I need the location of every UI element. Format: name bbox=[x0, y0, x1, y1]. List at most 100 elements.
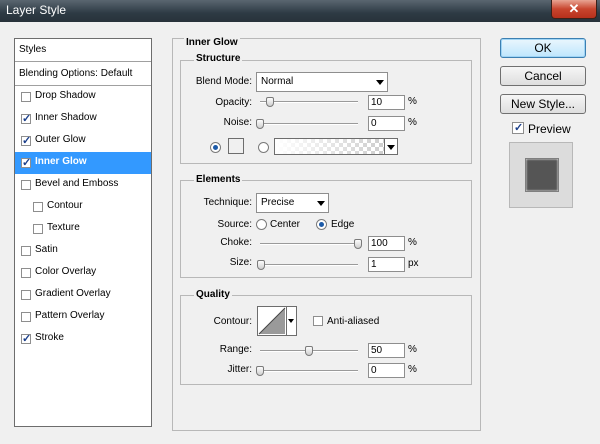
style-item-checkbox[interactable] bbox=[21, 268, 31, 278]
source-edge-radio[interactable] bbox=[316, 219, 327, 230]
technique-value: Precise bbox=[261, 197, 295, 208]
chevron-down-icon bbox=[317, 201, 325, 206]
style-item-label: Outer Glow bbox=[35, 134, 86, 145]
style-item-inner-glow[interactable]: ✓ Inner Glow bbox=[15, 152, 151, 174]
structure-title: Structure bbox=[194, 53, 243, 64]
style-item-checkbox[interactable] bbox=[21, 92, 31, 102]
anti-aliased-label: Anti-aliased bbox=[327, 316, 380, 327]
choke-unit: % bbox=[408, 237, 417, 248]
style-item-label: Drop Shadow bbox=[35, 90, 96, 101]
style-item-checkbox[interactable]: ✓ bbox=[21, 113, 32, 125]
blending-options-label: Blending Options: Default bbox=[19, 68, 133, 79]
style-item-gradient-overlay[interactable]: Gradient Overlay bbox=[15, 284, 151, 306]
style-item-checkbox[interactable]: ✓ bbox=[21, 157, 31, 169]
choke-input[interactable]: 100 bbox=[368, 236, 405, 251]
style-item-checkbox[interactable]: ✓ bbox=[21, 333, 31, 345]
jitter-slider[interactable] bbox=[260, 370, 358, 372]
styles-list: Styles Blending Options: Default Drop Sh… bbox=[14, 38, 152, 427]
close-button[interactable]: ✕ bbox=[551, 0, 597, 19]
opacity-slider-thumb[interactable] bbox=[265, 97, 274, 107]
blend-mode-label: Blend Mode: bbox=[195, 76, 252, 87]
preview-checkbox[interactable]: ✓ bbox=[512, 122, 524, 134]
source-label: Source: bbox=[217, 219, 252, 230]
style-item-satin[interactable]: Satin bbox=[15, 240, 151, 262]
contour-picker[interactable] bbox=[257, 306, 297, 336]
contour-label: Contour: bbox=[213, 316, 252, 327]
style-item-checkbox[interactable] bbox=[21, 290, 31, 300]
style-item-checkbox[interactable] bbox=[21, 180, 31, 190]
anti-aliased-checkbox[interactable] bbox=[313, 316, 323, 326]
opacity-label: Opacity: bbox=[215, 97, 252, 108]
style-item-checkbox[interactable] bbox=[33, 202, 43, 212]
style-item-contour[interactable]: Contour bbox=[15, 196, 151, 218]
style-item-label: Inner Shadow bbox=[35, 112, 97, 123]
range-slider-thumb[interactable] bbox=[305, 346, 313, 356]
gradient-picker[interactable] bbox=[274, 138, 398, 155]
style-item-label: Stroke bbox=[35, 332, 64, 343]
style-item-color-overlay[interactable]: Color Overlay bbox=[15, 262, 151, 284]
style-item-checkbox[interactable] bbox=[21, 246, 31, 256]
noise-slider[interactable] bbox=[260, 123, 358, 125]
opacity-slider[interactable] bbox=[260, 101, 358, 103]
style-item-label: Contour bbox=[47, 200, 83, 211]
style-item-drop-shadow[interactable]: Drop Shadow bbox=[15, 86, 151, 108]
size-unit: px bbox=[408, 258, 419, 269]
chevron-down-icon bbox=[387, 145, 395, 150]
style-item-outer-glow[interactable]: ✓ Outer Glow bbox=[15, 130, 151, 152]
glow-color-swatch[interactable] bbox=[228, 138, 244, 154]
chevron-down-icon bbox=[376, 80, 384, 85]
styles-header-label: Styles bbox=[19, 44, 47, 55]
style-item-label: Pattern Overlay bbox=[35, 310, 105, 321]
range-label: Range: bbox=[219, 344, 252, 355]
style-item-inner-shadow[interactable]: ✓ Inner Shadow bbox=[15, 108, 151, 130]
choke-slider-thumb[interactable] bbox=[354, 239, 362, 249]
opacity-input[interactable]: 10 bbox=[368, 95, 405, 110]
preview-square bbox=[525, 158, 559, 192]
style-item-texture[interactable]: Texture bbox=[15, 218, 151, 240]
technique-select[interactable]: Precise bbox=[256, 193, 329, 213]
style-item-label: Color Overlay bbox=[35, 266, 97, 277]
range-unit: % bbox=[408, 344, 417, 355]
noise-input[interactable]: 0 bbox=[368, 116, 405, 131]
source-center-radio[interactable] bbox=[256, 219, 267, 230]
noise-slider-thumb[interactable] bbox=[256, 119, 264, 129]
ok-button[interactable]: OK bbox=[500, 38, 586, 58]
checkmark-icon: ✓ bbox=[22, 113, 32, 125]
color-radio[interactable] bbox=[210, 142, 221, 153]
size-slider[interactable] bbox=[260, 264, 358, 266]
size-slider-thumb[interactable] bbox=[256, 260, 265, 270]
size-input[interactable]: 1 bbox=[368, 257, 405, 272]
source-center-label: Center bbox=[270, 219, 301, 230]
gradient-dropdown[interactable] bbox=[384, 139, 397, 154]
blend-mode-select[interactable]: Normal bbox=[256, 72, 388, 92]
style-item-checkbox[interactable] bbox=[33, 224, 43, 234]
style-item-label: Satin bbox=[35, 244, 58, 255]
chevron-down-icon bbox=[288, 319, 294, 323]
style-item-stroke[interactable]: ✓ Stroke bbox=[15, 328, 151, 350]
elements-title: Elements bbox=[194, 174, 243, 185]
style-item-label: Gradient Overlay bbox=[35, 288, 111, 299]
blending-options[interactable]: Blending Options: Default bbox=[15, 62, 151, 84]
style-item-bevel-and-emboss[interactable]: Bevel and Emboss bbox=[15, 174, 151, 196]
checkmark-icon: ✓ bbox=[514, 122, 524, 134]
preview-label: Preview bbox=[528, 122, 571, 136]
contour-dropdown[interactable] bbox=[286, 307, 296, 335]
choke-slider[interactable] bbox=[260, 243, 358, 245]
range-input[interactable]: 50 bbox=[368, 343, 405, 358]
styles-header[interactable]: Styles bbox=[15, 39, 151, 61]
new-style-button[interactable]: New Style... bbox=[500, 94, 586, 114]
style-item-checkbox[interactable] bbox=[21, 312, 31, 322]
panel-title: Inner Glow bbox=[184, 37, 240, 48]
gradient-radio[interactable] bbox=[258, 142, 269, 153]
jitter-slider-thumb[interactable] bbox=[256, 366, 264, 376]
checkmark-icon: ✓ bbox=[22, 135, 32, 147]
style-item-label: Inner Glow bbox=[35, 156, 87, 167]
cancel-button[interactable]: Cancel bbox=[500, 66, 586, 86]
style-item-pattern-overlay[interactable]: Pattern Overlay bbox=[15, 306, 151, 328]
technique-label: Technique: bbox=[203, 197, 252, 208]
noise-unit: % bbox=[408, 117, 417, 128]
style-item-label: Bevel and Emboss bbox=[35, 178, 119, 189]
style-item-checkbox[interactable]: ✓ bbox=[21, 135, 32, 147]
title-bar: Layer Style ✕ bbox=[0, 0, 600, 22]
jitter-input[interactable]: 0 bbox=[368, 363, 405, 378]
